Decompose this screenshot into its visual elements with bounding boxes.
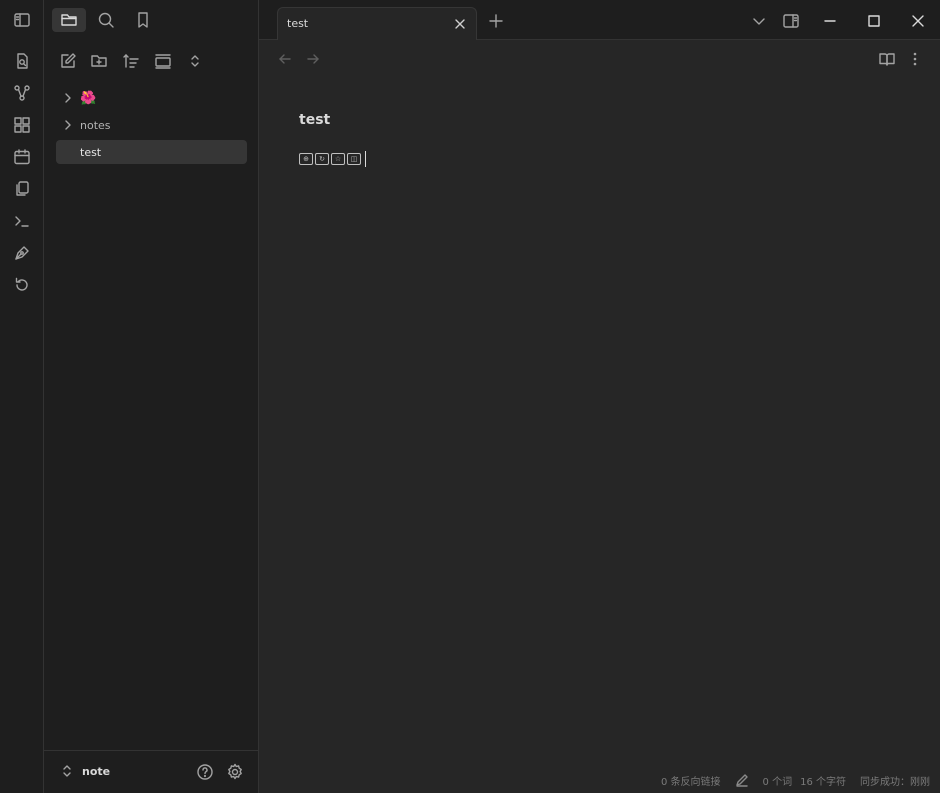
bookmarks-tab-button[interactable] — [126, 8, 160, 32]
plus-icon — [489, 14, 503, 28]
tab-list-button[interactable] — [748, 10, 770, 32]
folder-icon — [61, 14, 77, 26]
templates-icon[interactable] — [11, 178, 33, 200]
canvas-icon[interactable] — [11, 114, 33, 136]
missing-glyph-box: ⊕ — [299, 153, 313, 165]
close-icon — [455, 19, 465, 29]
gear-icon — [228, 763, 242, 780]
ribbon — [0, 0, 44, 793]
tree-folder-notes[interactable]: notes — [56, 113, 247, 137]
help-button[interactable] — [196, 763, 214, 781]
sync-status[interactable]: 同步成功：刚刚 — [860, 773, 930, 788]
missing-glyph-box: ↻ — [315, 153, 329, 165]
tree-file-test[interactable]: test — [56, 140, 247, 164]
book-open-icon — [879, 53, 895, 66]
vault-switcher[interactable]: note — [60, 764, 110, 778]
vault-name: note — [82, 764, 111, 778]
tab-title: test — [287, 17, 309, 30]
more-options-button[interactable] — [905, 49, 925, 69]
note-title[interactable]: test — [299, 112, 330, 128]
missing-glyph-box: ☆ — [331, 153, 345, 165]
help-icon — [197, 764, 213, 780]
chevrons-up-down-icon — [63, 765, 71, 777]
maximize-icon — [868, 15, 880, 27]
tree-folder-label: notes — [80, 118, 111, 132]
pencil-icon — [735, 774, 748, 787]
tree-folder-flower[interactable]: 🌺 — [56, 86, 247, 110]
maximize-button[interactable] — [863, 10, 885, 32]
history-icon[interactable] — [11, 274, 33, 296]
char-count: 16 个字符 — [800, 776, 846, 788]
new-folder-button[interactable] — [88, 50, 110, 72]
chevron-right-icon — [60, 90, 76, 106]
tab-test[interactable]: test — [277, 7, 477, 40]
missing-glyph-box: ◫ — [347, 153, 361, 165]
new-note-button[interactable] — [57, 50, 79, 72]
navigate-back-button[interactable] — [275, 49, 295, 69]
terminal-icon[interactable] — [11, 210, 33, 232]
text-caret — [365, 151, 366, 167]
chevron-right-icon — [60, 117, 76, 133]
window-close-button[interactable] — [907, 10, 929, 32]
search-tab-button[interactable] — [89, 8, 123, 32]
backlinks-count[interactable]: 0 条反向链接 — [661, 773, 721, 788]
new-folder-icon — [91, 55, 107, 67]
tree-folder-label: 🌺 — [80, 90, 97, 106]
tree-file-label: test — [80, 145, 102, 159]
tab-close-button[interactable] — [452, 16, 468, 32]
navigate-forward-button[interactable] — [303, 49, 323, 69]
collapse-all-button[interactable] — [184, 50, 206, 72]
status-bar: 0 条反向链接 0 个词 16 个字符 同步成功：刚刚 — [651, 767, 940, 793]
calendar-icon[interactable] — [11, 146, 33, 168]
file-explorer-sidebar: 🌺 notes test note — [44, 0, 259, 793]
tab-bar: test — [259, 0, 940, 40]
settings-button[interactable] — [226, 763, 244, 781]
word-count: 0 个词 — [762, 776, 793, 788]
close-icon — [912, 15, 924, 27]
more-vertical-icon — [913, 52, 917, 66]
bookmark-icon — [138, 12, 148, 28]
open-quick-switcher-icon[interactable] — [11, 50, 33, 72]
right-sidebar-toggle[interactable] — [780, 10, 802, 32]
arrow-left-icon — [279, 54, 291, 64]
files-tab-button[interactable] — [52, 8, 86, 32]
sidebar-toggle-icon[interactable] — [11, 9, 33, 31]
pen-icon[interactable] — [11, 242, 33, 264]
new-tab-button[interactable] — [485, 10, 507, 32]
sort-icon — [123, 54, 139, 68]
new-note-icon — [61, 53, 76, 68]
reading-view-button[interactable] — [877, 49, 897, 69]
note-body-line[interactable]: ⊕ ↻ ☆ ◫ — [299, 150, 366, 168]
search-icon — [98, 12, 114, 28]
chevron-down-icon — [753, 18, 765, 25]
reveal-icon — [155, 54, 171, 69]
sort-button[interactable] — [120, 50, 142, 72]
chevrons-up-down-icon — [191, 55, 199, 67]
arrow-right-icon — [307, 54, 319, 64]
sidebar-right-icon — [783, 14, 799, 28]
auto-reveal-button[interactable] — [152, 50, 174, 72]
minimize-icon — [824, 20, 836, 22]
vault-switcher-bar: note — [44, 750, 258, 793]
minimize-button[interactable] — [819, 10, 841, 32]
graph-view-icon[interactable] — [11, 82, 33, 104]
edit-mode-toggle[interactable] — [735, 773, 749, 787]
